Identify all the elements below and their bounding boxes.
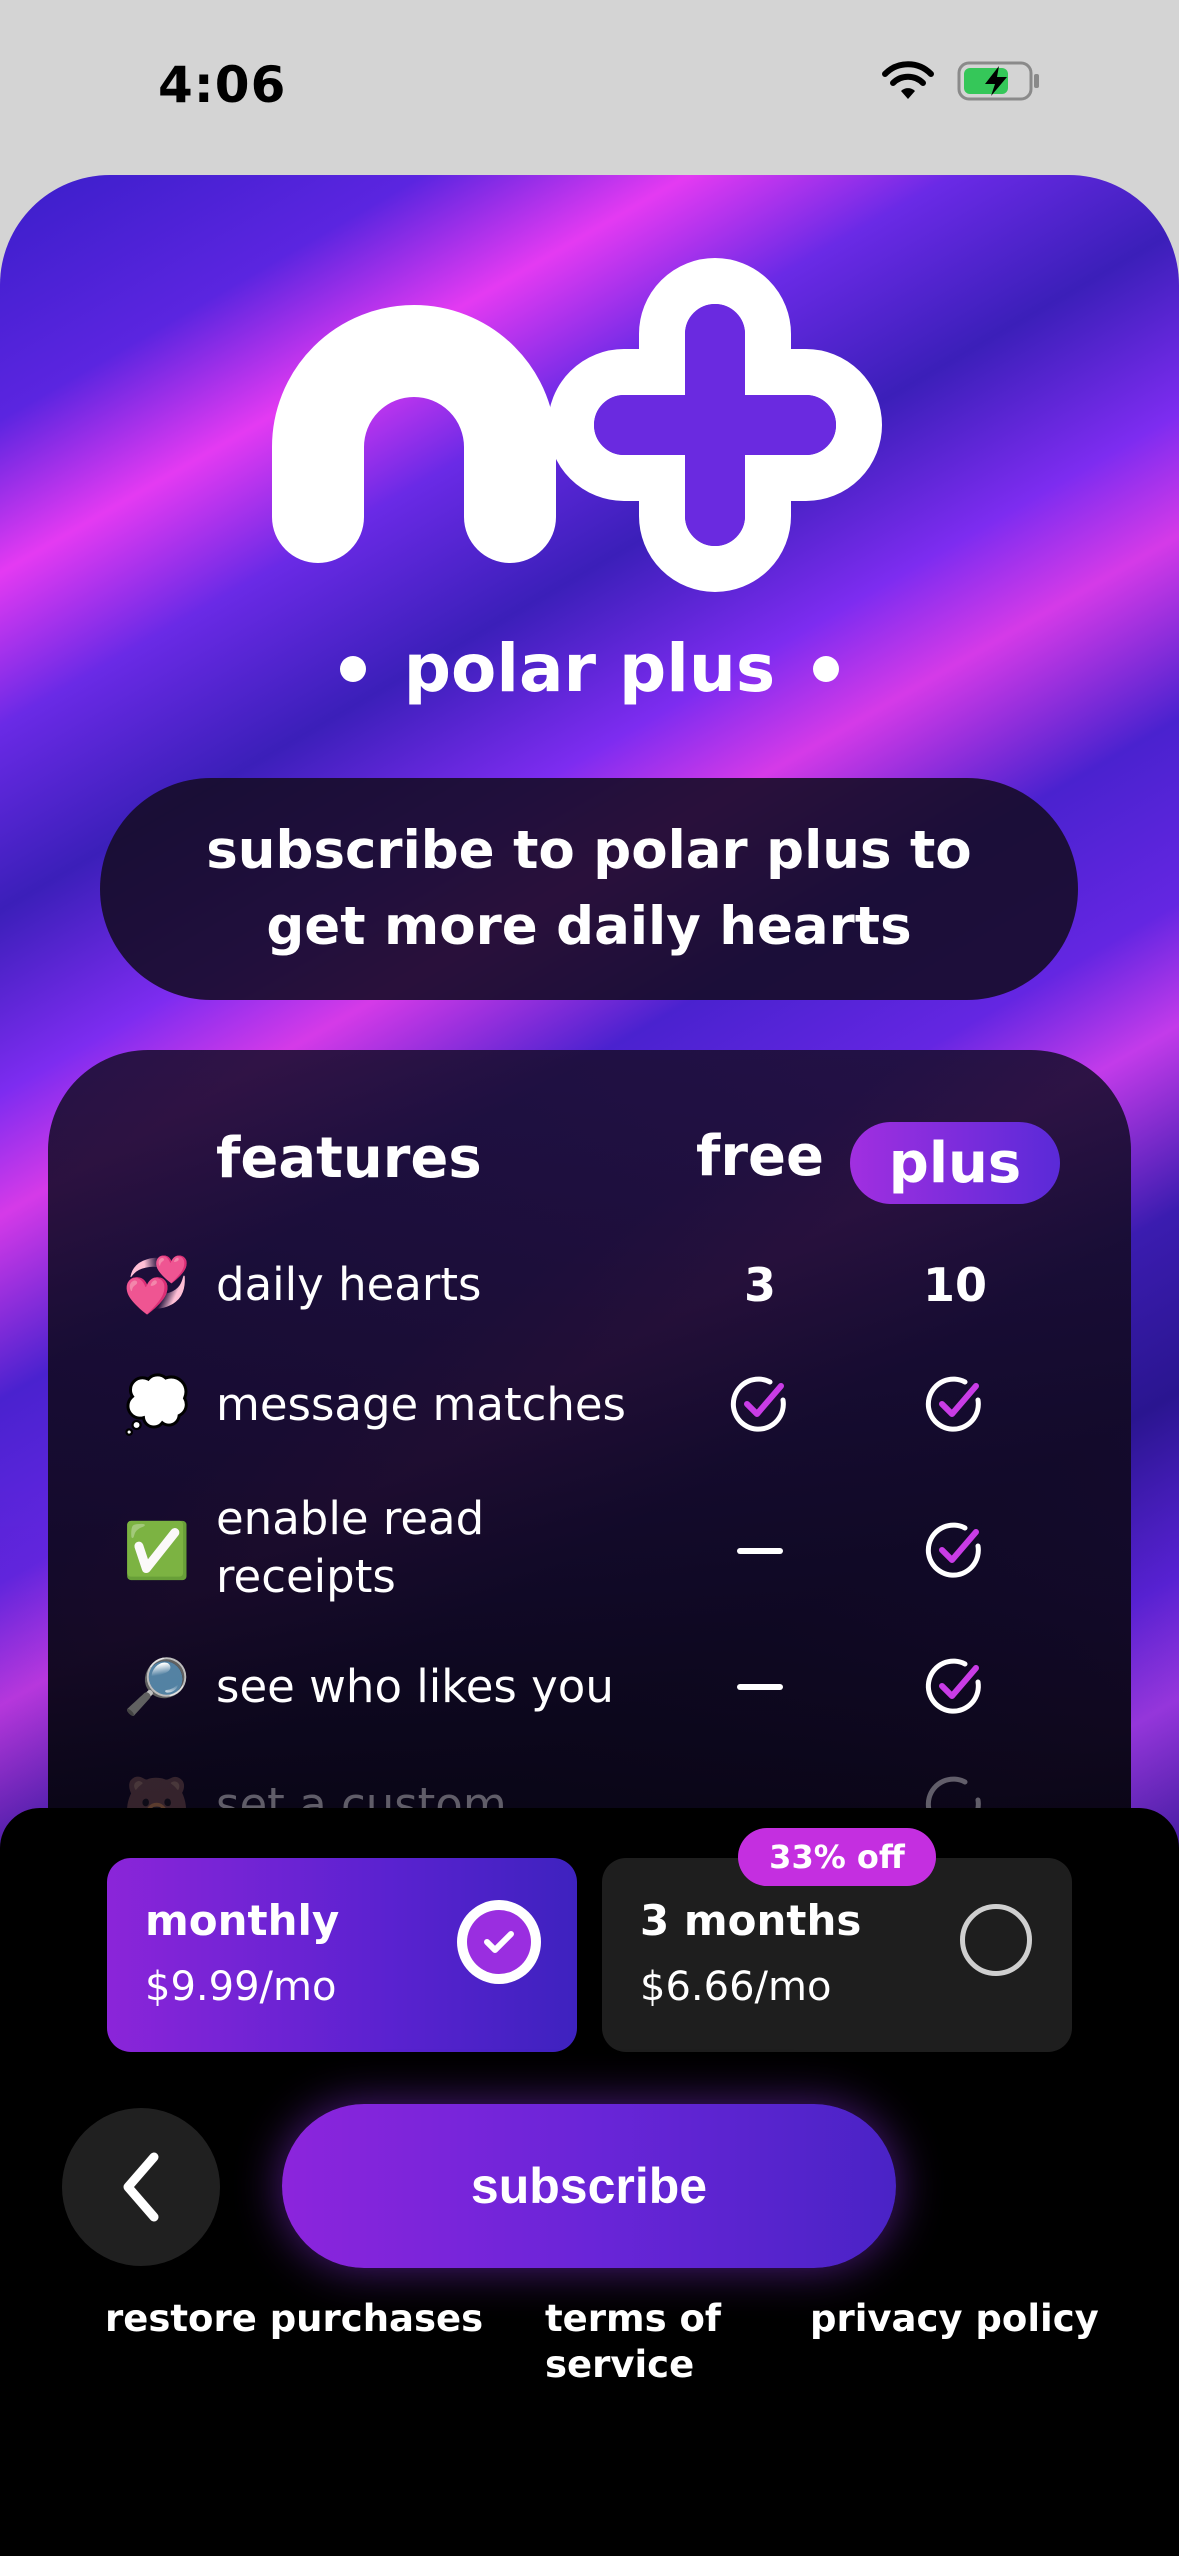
checkmark-box-icon: ✅ bbox=[123, 1519, 191, 1582]
feature-label: enable read receipts bbox=[216, 1492, 485, 1603]
status-time: 4:06 bbox=[158, 56, 287, 114]
check-circle-icon bbox=[730, 1376, 786, 1432]
feature-label: daily hearts bbox=[216, 1258, 482, 1311]
subscribe-button[interactable]: subscribe bbox=[282, 2104, 896, 2268]
headline-banner: subscribe to polar plus to get more dail… bbox=[100, 778, 1078, 1000]
plan-monthly-option[interactable]: monthly $9.99/mo bbox=[107, 1858, 577, 2052]
header-plus: plus bbox=[850, 1122, 1060, 1204]
battery-charging-icon bbox=[957, 61, 1039, 101]
brand-dot-right bbox=[813, 655, 840, 682]
free-value: 3 bbox=[743, 1258, 776, 1312]
brand-name: polar plus bbox=[403, 630, 776, 707]
plan-price: $6.66/mo bbox=[640, 1964, 832, 2010]
check-circle-icon bbox=[925, 1522, 981, 1578]
plan-price: $9.99/mo bbox=[145, 1964, 337, 2010]
plan-3-months-option[interactable]: 3 months $6.66/mo bbox=[602, 1858, 1072, 2052]
check-circle-icon bbox=[925, 1658, 981, 1714]
terms-of-service-link[interactable]: terms of service bbox=[545, 2296, 745, 2388]
status-icons bbox=[881, 60, 1041, 102]
discount-badge: 33% off bbox=[738, 1828, 936, 1886]
header-features: features bbox=[216, 1126, 482, 1191]
header-free: free bbox=[696, 1124, 824, 1189]
status-bar: 4:06 bbox=[0, 0, 1179, 175]
selected-check-icon bbox=[457, 1900, 541, 1984]
brand-wordmark: polar plus bbox=[0, 630, 1179, 707]
check-circle-icon bbox=[925, 1376, 981, 1432]
plan-title: 3 months bbox=[640, 1896, 862, 1945]
polar-plus-logo bbox=[272, 258, 882, 592]
feature-label: see who likes you bbox=[216, 1660, 614, 1713]
dash-icon bbox=[737, 1684, 783, 1690]
thought-bubble-icon: 💭 bbox=[123, 1373, 191, 1436]
plus-value: 10 bbox=[922, 1258, 987, 1312]
feature-label: message matches bbox=[216, 1378, 626, 1431]
plan-title: monthly bbox=[145, 1896, 340, 1945]
privacy-policy-link[interactable]: privacy policy bbox=[810, 2296, 1099, 2342]
magnifying-glass-icon: 🔎 bbox=[123, 1655, 191, 1718]
chevron-left-icon bbox=[123, 2152, 159, 2222]
unselected-radio-icon bbox=[960, 1904, 1032, 1976]
brand-dot-left bbox=[339, 655, 366, 682]
hearts-icon: 💞 bbox=[123, 1253, 191, 1316]
back-button[interactable] bbox=[62, 2108, 220, 2266]
dash-icon bbox=[737, 1548, 783, 1554]
wifi-icon bbox=[882, 61, 934, 99]
purchase-sheet: 33% off monthly $9.99/mo 3 months $6.66/… bbox=[0, 1808, 1179, 2556]
restore-purchases-link[interactable]: restore purchases bbox=[105, 2296, 483, 2342]
headline-text: subscribe to polar plus to get more dail… bbox=[206, 820, 972, 957]
features-header: features free plus bbox=[48, 1050, 1131, 1204]
